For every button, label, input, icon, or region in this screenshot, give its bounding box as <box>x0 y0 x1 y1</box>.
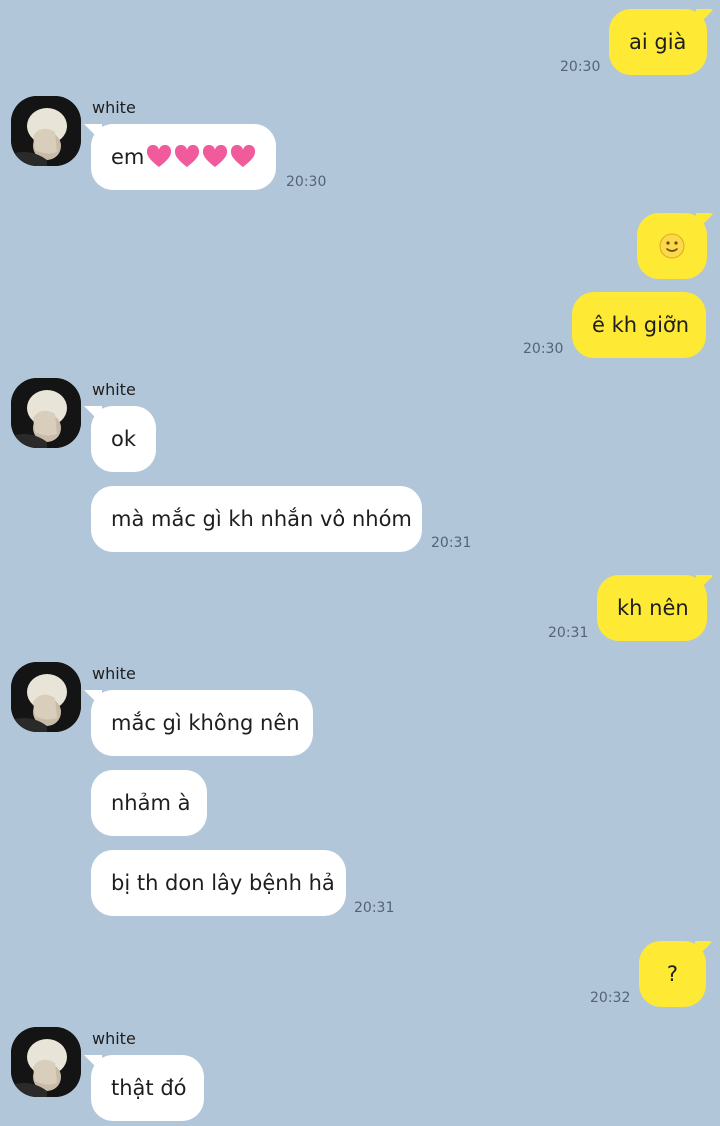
message-timestamp: 20:30 <box>286 174 327 190</box>
contact-avatar[interactable] <box>11 662 81 732</box>
sender-name: white <box>92 380 136 399</box>
their-message-bubble[interactable]: bị th don lây bệnh hả <box>91 850 346 916</box>
message-timestamp: 20:32 <box>590 990 631 1006</box>
sender-name: white <box>92 664 136 683</box>
message-timestamp: 20:30 <box>560 59 601 75</box>
message-text: nhảm à <box>111 791 191 815</box>
heart-icon <box>202 145 228 169</box>
message-text: thật đó <box>111 1076 187 1100</box>
message-timestamp: 20:31 <box>548 625 589 641</box>
message-timestamp: 20:31 <box>354 900 395 916</box>
contact-avatar[interactable] <box>11 1027 81 1097</box>
message-timestamp: 20:30 <box>523 341 564 357</box>
message-timestamp: 20:31 <box>431 535 472 551</box>
their-message-bubble[interactable]: em <box>91 124 276 190</box>
contact-avatar[interactable] <box>11 378 81 448</box>
heart-icon <box>230 145 256 169</box>
message-text: em <box>111 145 145 169</box>
heart-icon <box>146 145 172 169</box>
message-text: kh nên <box>617 596 689 620</box>
message-text: bị th don lây bệnh hả <box>111 871 335 895</box>
heart-icon <box>174 145 200 169</box>
slightly-smiling-face-icon <box>659 233 685 259</box>
message-text: ai già <box>629 30 687 54</box>
message-text: ? <box>666 962 679 986</box>
sender-name: white <box>92 98 136 117</box>
my-message-bubble[interactable]: ai già <box>609 9 707 75</box>
message-text: mà mắc gì kh nhắn vô nhóm <box>111 507 412 531</box>
emoji-group <box>146 145 256 169</box>
message-text: mắc gì không nên <box>111 711 300 735</box>
my-message-bubble[interactable]: ê kh giỡn <box>572 292 706 358</box>
message-text: ê kh giỡn <box>592 313 690 337</box>
my-message-bubble[interactable]: ? <box>639 941 706 1007</box>
their-message-bubble[interactable]: mắc gì không nên <box>91 690 313 756</box>
their-message-bubble[interactable]: mà mắc gì kh nhắn vô nhóm <box>91 486 422 552</box>
contact-avatar[interactable] <box>11 96 81 166</box>
my-message-bubble[interactable]: kh nên <box>597 575 707 641</box>
their-message-bubble[interactable]: ok <box>91 406 156 472</box>
sender-name: white <box>92 1029 136 1048</box>
their-message-bubble[interactable]: thật đó <box>91 1055 204 1121</box>
message-text: ok <box>111 427 137 451</box>
my-message-bubble[interactable] <box>637 213 707 279</box>
their-message-bubble[interactable]: nhảm à <box>91 770 207 836</box>
